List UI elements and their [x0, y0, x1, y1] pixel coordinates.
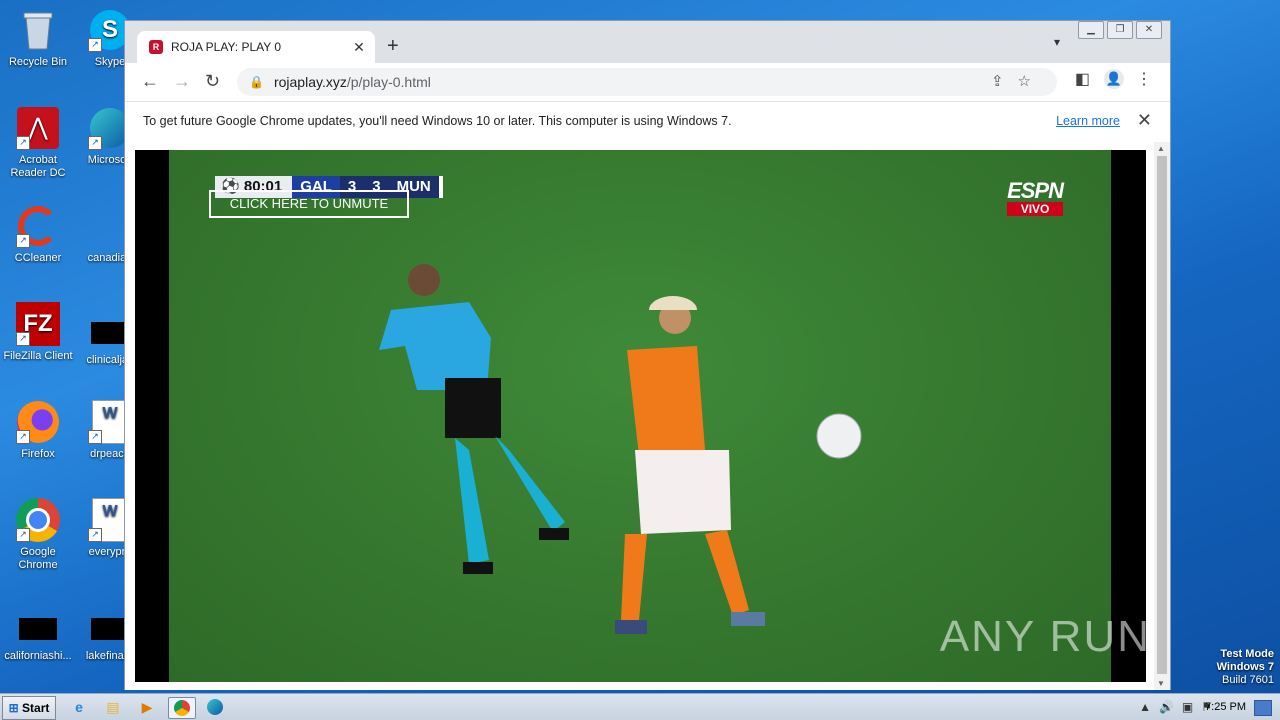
media-player-taskbar-icon[interactable]: ▶ [136, 697, 158, 717]
infobar-close-icon[interactable]: ✕ [1137, 110, 1152, 131]
menu-kebab-icon[interactable]: ⋮ [1136, 69, 1152, 89]
lock-icon: 🔒 [249, 75, 264, 89]
tab-roja-play[interactable]: R ROJA PLAY: PLAY 0 ✕ [137, 31, 375, 63]
firefox-icon: ↗ [16, 400, 60, 444]
tab-search-chevron-icon[interactable]: ▾ [1054, 35, 1060, 49]
show-desktop-button[interactable] [1254, 700, 1272, 716]
scroll-down-icon[interactable]: ▼ [1157, 679, 1165, 688]
address-bar[interactable]: 🔒 rojaplay.xyz/p/play-0.html ⇪☆ [237, 68, 1057, 96]
explorer-taskbar-icon[interactable]: ▤ [102, 697, 124, 717]
scroll-thumb[interactable] [1157, 156, 1167, 674]
live-badge: VIVO [1007, 202, 1063, 216]
profile-icon[interactable]: 👤 [1104, 69, 1124, 89]
infobar-message: To get future Google Chrome updates, you… [143, 114, 732, 128]
browser-toolbar: ← → ↻ 🔒 rojaplay.xyz/p/play-0.html ⇪☆ ◧ … [125, 63, 1170, 101]
close-window-button[interactable]: ✕ [1136, 21, 1162, 39]
taskbar-clock[interactable]: 7:25 PM [1205, 701, 1246, 713]
desktop-icon-californiashi[interactable]: californiashi... [0, 608, 76, 663]
back-button[interactable]: ← [141, 71, 159, 92]
url-path: /p/play-0.html [346, 74, 431, 90]
file-icon [19, 618, 57, 640]
windows-logo-icon: ⊞ [8, 701, 19, 715]
site-favicon-icon: R [149, 40, 163, 54]
tab-strip: R ROJA PLAY: PLAY 0 ✕ + ▾ ▁ ❐ ✕ [125, 21, 1170, 63]
filezilla-icon: FZ ↗ [16, 302, 60, 346]
desktop-icon-chrome[interactable]: ↗ Google Chrome [0, 498, 76, 572]
share-bookmark-icons[interactable]: ⇪☆ [991, 72, 1045, 90]
window-controls: ▁ ❐ ✕ [1075, 21, 1162, 39]
forward-button[interactable]: → [173, 71, 191, 92]
reload-button[interactable]: ↻ [205, 71, 220, 92]
recycle-bin-icon [16, 8, 60, 52]
referee-figure [379, 264, 569, 574]
video-frame[interactable]: ⚽ 80:01 GAL 3 3 MUN CLICK HERE TO UNMUTE… [169, 150, 1146, 682]
page-content: ⚽ 80:01 GAL 3 3 MUN CLICK HERE TO UNMUTE… [125, 142, 1156, 690]
desktop-icon-firefox[interactable]: ↗ Firefox [0, 400, 76, 461]
video-player[interactable]: ⚽ 80:01 GAL 3 3 MUN CLICK HERE TO UNMUTE… [135, 150, 1146, 682]
chrome-window: R ROJA PLAY: PLAY 0 ✕ + ▾ ▁ ❐ ✕ ← → ↻ 🔒 … [124, 20, 1171, 690]
unmute-button[interactable]: CLICK HERE TO UNMUTE [209, 190, 409, 218]
desktop-icon-filezilla[interactable]: FZ ↗ FileZilla Client [0, 302, 76, 363]
desktop-icon-recycle-bin[interactable]: Recycle Bin [0, 8, 76, 69]
ball [816, 413, 862, 459]
minimize-button[interactable]: ▁ [1078, 21, 1104, 39]
page-scrollbar[interactable]: ▲ ▼ [1154, 142, 1170, 690]
ie-taskbar-icon[interactable]: e [68, 697, 90, 717]
update-infobar: To get future Google Chrome updates, you… [125, 101, 1170, 143]
galatasaray-player-figure [615, 296, 765, 634]
espn-logo: ESPN VIVO [1007, 178, 1064, 216]
desktop-icon-acrobat[interactable]: ⋀ ↗ Acrobat Reader DC [0, 106, 76, 180]
test-mode-watermark: Test Mode Windows 7 Build 7601 [1216, 648, 1274, 686]
match-scene [379, 264, 862, 634]
chrome-taskbar-icon[interactable] [168, 697, 196, 719]
learn-more-link[interactable]: Learn more [1056, 114, 1120, 128]
desktop-icon-ccleaner[interactable]: ↗ CCleaner [0, 204, 76, 265]
scroll-up-icon[interactable]: ▲ [1157, 144, 1165, 153]
acrobat-icon: ⋀ ↗ [16, 106, 60, 150]
tab-title: ROJA PLAY: PLAY 0 [171, 40, 282, 54]
anyrun-watermark: ANY RUN [939, 612, 1146, 661]
chrome-icon: ↗ [16, 498, 60, 542]
side-panel-icon[interactable]: ◧ [1075, 69, 1090, 89]
tab-close-icon[interactable]: ✕ [349, 39, 369, 56]
restore-button[interactable]: ❐ [1107, 21, 1133, 39]
taskbar: ⊞ Start e ▤ ▶ ▲🔊▣⚑ 7:25 PM [0, 693, 1280, 720]
ccleaner-icon: ↗ [16, 204, 60, 248]
start-button[interactable]: ⊞ Start [2, 696, 56, 720]
edge-taskbar-icon[interactable] [204, 697, 226, 717]
new-tab-button[interactable]: + [387, 35, 399, 58]
url-domain: rojaplay.xyz [273, 74, 347, 90]
